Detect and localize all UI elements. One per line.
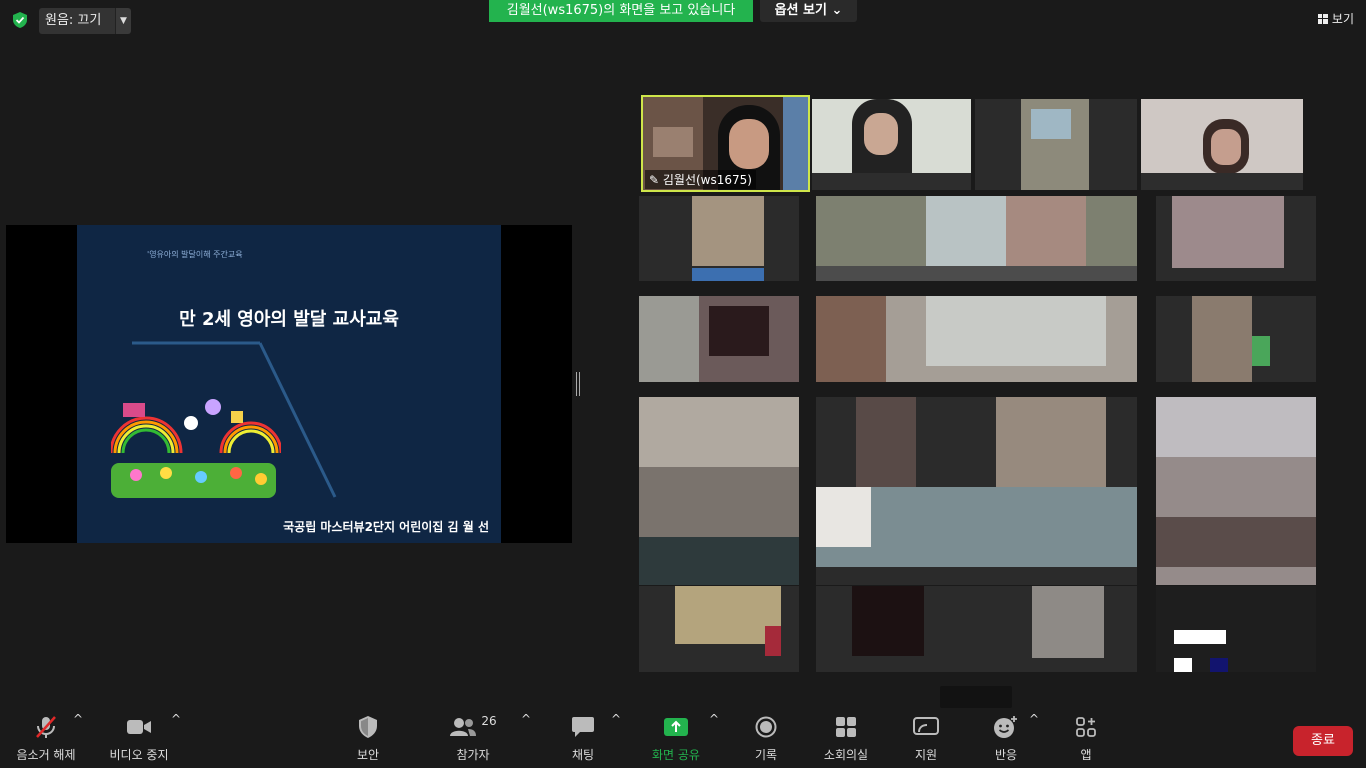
participant-tile[interactable]: [975, 99, 1137, 190]
participant-count: 26: [481, 714, 497, 728]
slide-footer: 국공립 마스터뷰2단지 어린이집 김 월 선: [283, 520, 489, 534]
participant-tile[interactable]: [1156, 397, 1316, 585]
view-options-button[interactable]: 옵션 보기 ⌄: [760, 0, 857, 22]
reactions-label: 반응: [994, 748, 1018, 762]
chat-label: 채팅: [571, 748, 595, 762]
end-meeting-button[interactable]: 종료: [1293, 726, 1353, 756]
participant-tile[interactable]: [1141, 99, 1303, 190]
reaction-smiley-icon: [994, 716, 1017, 738]
security-button[interactable]: 보안: [340, 712, 396, 763]
security-shield-icon: [359, 716, 377, 738]
screen-share-banner: 김월선(ws1675)의 화면을 보고 있습니다: [489, 0, 753, 22]
presentation-slide: '영유아의 발달이해 주간교육 만 2세 영아의 발달 교사교육 국공립 마스터…: [77, 225, 501, 543]
stop-video-label: 비디오 중지: [109, 748, 169, 762]
audio-options-caret[interactable]: ^: [73, 712, 83, 726]
pin-icon: ✎: [649, 173, 663, 187]
chat-bubble-icon: [572, 717, 594, 737]
participants-options-caret[interactable]: ^: [521, 712, 531, 726]
gallery-pager[interactable]: [940, 686, 1012, 708]
share-screen-button[interactable]: 화면 공유: [646, 712, 706, 763]
participants-button[interactable]: 26 참가자: [440, 712, 506, 763]
record-icon: [755, 716, 777, 738]
share-options-caret[interactable]: ^: [709, 712, 719, 726]
original-sound-button[interactable]: 원음: 끄기: [39, 8, 115, 34]
participant-tile[interactable]: [816, 397, 1137, 585]
video-options-caret[interactable]: ^: [171, 712, 181, 726]
breakout-rooms-button[interactable]: 소회의실: [816, 712, 876, 763]
reactions-button[interactable]: 반응: [986, 712, 1026, 763]
support-screen-icon: [913, 717, 939, 735]
share-screen-icon: [664, 718, 688, 736]
view-button[interactable]: 보기: [1317, 10, 1354, 27]
participant-tile[interactable]: [639, 196, 799, 281]
unmute-label: 음소거 해제: [16, 748, 76, 762]
host-name-label: ✎ 김월선(ws1675): [645, 170, 756, 189]
participants-label: 참가자: [456, 748, 490, 762]
support-label: 지원: [914, 748, 938, 762]
original-sound-dropdown[interactable]: ▼: [115, 8, 131, 34]
meeting-toolbar: 음소거 해제 ^ 비디오 중지 ^ 보안 26 참가자 ^ 채팅 ^ 화면 공유…: [0, 712, 1366, 768]
mic-muted-icon: [36, 716, 56, 738]
stop-video-button[interactable]: 비디오 중지: [104, 712, 174, 763]
unmute-button[interactable]: 음소거 해제: [10, 712, 82, 763]
shared-screen: '영유아의 발달이해 주간교육 만 2세 영아의 발달 교사교육 국공립 마스터…: [6, 225, 572, 543]
participant-tile-host[interactable]: ✎ 김월선(ws1675): [641, 95, 810, 192]
share-screen-label: 화면 공유: [652, 748, 700, 762]
participant-tile[interactable]: [639, 586, 799, 672]
host-name: 김월선(ws1675): [662, 173, 752, 187]
chat-options-caret[interactable]: ^: [611, 712, 621, 726]
participants-icon: [450, 718, 477, 736]
breakout-rooms-label: 소회의실: [823, 748, 869, 762]
apps-button[interactable]: 앱: [1068, 712, 1104, 763]
participant-tile[interactable]: [816, 586, 1137, 672]
breakout-rooms-icon: [836, 717, 856, 737]
participant-tile[interactable]: [1156, 586, 1316, 672]
security-label: 보안: [356, 748, 380, 762]
participant-tile[interactable]: [639, 397, 799, 585]
security-shield-icon[interactable]: [11, 11, 29, 29]
video-camera-icon: [127, 720, 151, 734]
chat-button[interactable]: 채팅: [560, 712, 606, 763]
grid-view-icon: [1317, 13, 1328, 24]
resize-splitter[interactable]: [576, 372, 580, 396]
record-label: 기록: [754, 748, 778, 762]
apps-icon: [1076, 717, 1096, 737]
participant-tile[interactable]: [639, 296, 799, 382]
participant-tile[interactable]: [816, 296, 1137, 382]
apps-label: 앱: [1080, 748, 1092, 762]
participant-tile[interactable]: [812, 99, 971, 190]
participant-tile[interactable]: [816, 196, 1137, 281]
support-button[interactable]: 지원: [904, 712, 948, 763]
participant-tile[interactable]: [1156, 296, 1316, 382]
record-button[interactable]: 기록: [744, 712, 788, 763]
reactions-options-caret[interactable]: ^: [1029, 712, 1039, 726]
kids-illustration: [111, 399, 281, 498]
participant-tile[interactable]: [1156, 196, 1316, 281]
view-label: 보기: [1331, 12, 1354, 26]
